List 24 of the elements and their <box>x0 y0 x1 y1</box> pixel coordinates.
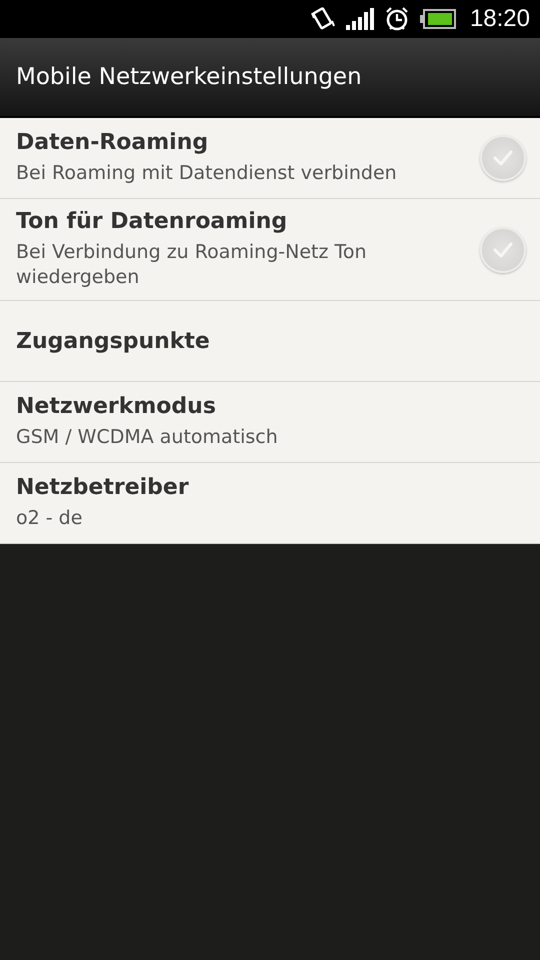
checkmark-icon <box>492 149 514 167</box>
screen-title: Mobile Netzwerkeinstellungen <box>16 64 362 90</box>
setting-title: Daten-Roaming <box>16 130 210 155</box>
setting-summary: Bei Verbindung zu Roaming-Netz Ton wiedergeben <box>16 240 368 290</box>
settings-row[interactable]: Ton für Datenroaming Bei Verbindung zu Roaming-Netz Ton wiedergeben <box>0 199 540 301</box>
battery-icon <box>420 9 456 29</box>
setting-title: Ton für Datenroaming <box>16 209 288 234</box>
settings-row[interactable]: Daten-Roaming Bei Roaming mit Datendienst verbinden <box>0 118 540 199</box>
setting-title: Netzwerkmodus <box>16 394 217 419</box>
setting-summary: o2 - de <box>16 506 84 531</box>
settings-row[interactable]: Netzbetreiber o2 - de <box>0 463 540 544</box>
setting-title: Netzbetreiber <box>16 475 190 500</box>
vibrate-icon <box>310 7 336 31</box>
setting-title: Zugangspunkte <box>16 328 211 354</box>
alarm-clock-icon <box>384 6 410 32</box>
checkmark-icon <box>492 240 514 258</box>
status-time: 18:20 <box>470 5 530 33</box>
setting-summary: GSM / WCDMA automatisch <box>16 425 279 450</box>
checkbox[interactable] <box>480 135 526 181</box>
settings-row[interactable]: Netzwerkmodus GSM / WCDMA automatisch <box>0 382 540 463</box>
signal-icon <box>346 8 374 30</box>
settings-row[interactable]: Zugangspunkte <box>0 301 540 382</box>
checkbox[interactable] <box>480 226 526 272</box>
setting-summary: Bei Roaming mit Datendienst verbinden <box>16 161 398 186</box>
